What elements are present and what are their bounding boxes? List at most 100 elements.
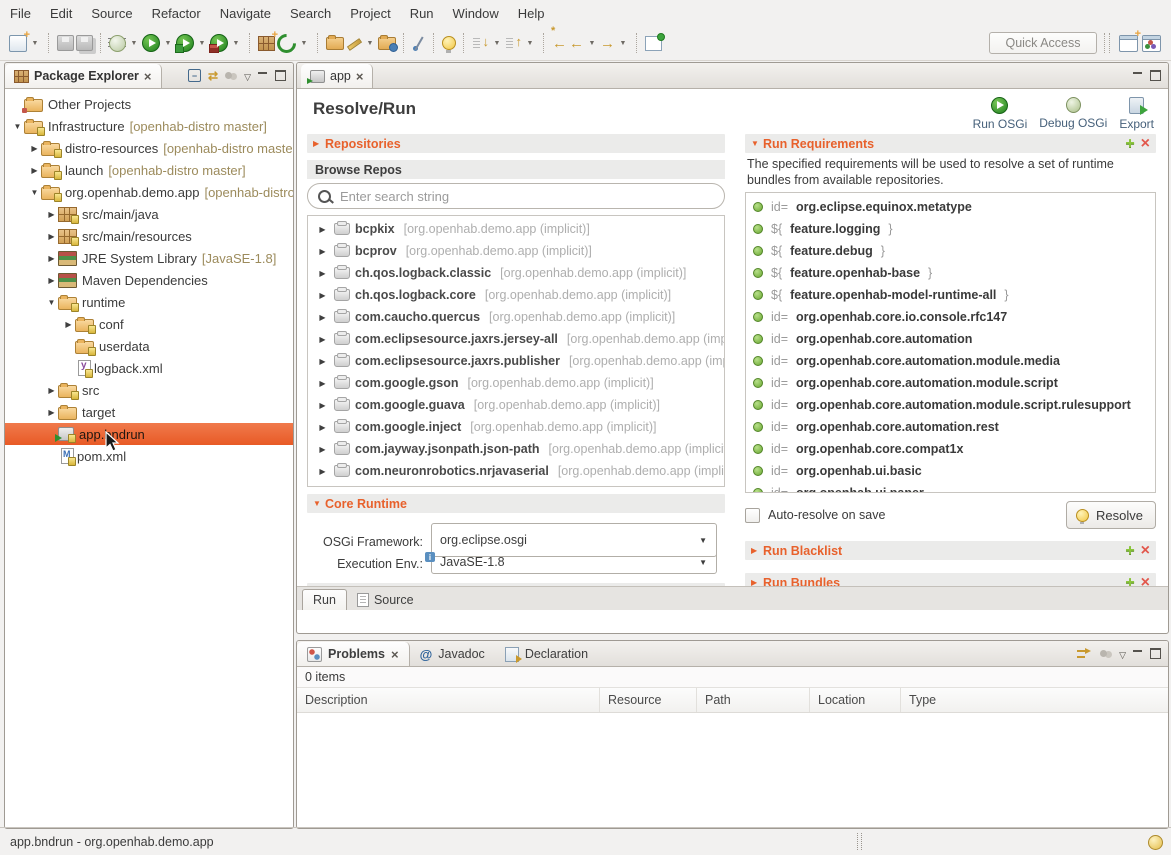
- menu-edit[interactable]: Edit: [50, 6, 72, 21]
- expander-icon[interactable]: [45, 276, 58, 285]
- run-dropdown-icon[interactable]: [162, 31, 174, 55]
- toolbar-separator[interactable]: [403, 33, 405, 53]
- column-location[interactable]: Location: [810, 688, 901, 712]
- close-icon[interactable]: [356, 69, 364, 84]
- auto-resolve-checkbox[interactable]: [745, 508, 760, 523]
- menu-refactor[interactable]: Refactor: [152, 6, 201, 21]
- repo-item[interactable]: com.google.guava [org.openhab.demo.app (…: [308, 394, 724, 416]
- expander-icon[interactable]: [316, 291, 329, 300]
- requirement-item[interactable]: ${feature.openhab-model-runtime-all}: [753, 284, 1155, 306]
- open-perspective-icon[interactable]: [1119, 35, 1138, 52]
- menu-project[interactable]: Project: [350, 6, 390, 21]
- requirement-item[interactable]: id=org.openhab.ui.paper: [753, 482, 1155, 493]
- expander-icon[interactable]: [316, 335, 329, 344]
- repo-item[interactable]: com.google.gson [org.openhab.demo.app (i…: [308, 372, 724, 394]
- status-lightbulb-icon[interactable]: [1148, 835, 1163, 850]
- group-by-icon[interactable]: [1100, 650, 1112, 658]
- tree-item-maven-dependencies[interactable]: Maven Dependencies: [5, 269, 293, 291]
- link-with-editor-icon[interactable]: [208, 67, 218, 85]
- pin-editor-icon[interactable]: [645, 36, 662, 51]
- toolbar-separator[interactable]: [463, 33, 465, 53]
- menu-run[interactable]: Run: [410, 6, 434, 21]
- expander-icon[interactable]: [316, 423, 329, 432]
- expander-icon[interactable]: [316, 225, 329, 234]
- status-grip[interactable]: [857, 833, 862, 850]
- repo-item[interactable]: com.jayway.jsonpath.json-path [org.openh…: [308, 438, 724, 460]
- repo-item[interactable]: ch.qos.logback.classic [org.openhab.demo…: [308, 262, 724, 284]
- tab-run[interactable]: Run: [302, 589, 347, 610]
- coverage-icon[interactable]: [176, 34, 194, 52]
- profile-dropdown-icon[interactable]: [230, 31, 242, 55]
- open-resource-icon[interactable]: [326, 37, 344, 50]
- section-repositories[interactable]: Repositories: [307, 134, 725, 153]
- tree-item-conf[interactable]: conf: [5, 313, 293, 335]
- minimize-icon[interactable]: [1133, 72, 1143, 80]
- column-type[interactable]: Type: [901, 688, 1168, 712]
- menu-navigate[interactable]: Navigate: [220, 6, 271, 21]
- requirement-item[interactable]: id=org.openhab.core.io.console.rfc147: [753, 306, 1155, 328]
- remove-blacklist-icon[interactable]: [1141, 542, 1150, 560]
- view-menu-icon[interactable]: [244, 67, 251, 85]
- expander-icon[interactable]: [45, 254, 58, 263]
- java-perspective-icon[interactable]: [1142, 35, 1161, 52]
- expander-icon[interactable]: [316, 357, 329, 366]
- expander-icon[interactable]: [28, 144, 41, 153]
- back-dropdown-icon[interactable]: [586, 31, 598, 55]
- requirement-item[interactable]: id=org.openhab.core.automation.rest: [753, 416, 1155, 438]
- maximize-icon[interactable]: [1150, 648, 1161, 659]
- search-input[interactable]: [338, 188, 714, 205]
- repo-item[interactable]: com.eclipsesource.jaxrs.publisher [org.o…: [308, 350, 724, 372]
- last-edit-location-icon[interactable]: [552, 31, 567, 55]
- tree-item-app-bndrun[interactable]: app.bndrun: [5, 423, 293, 445]
- expander-icon[interactable]: [316, 247, 329, 256]
- repo-item[interactable]: bcprov [org.openhab.demo.app (implicit)]: [308, 240, 724, 262]
- toolbar-separator[interactable]: [249, 33, 251, 53]
- expander-icon[interactable]: [45, 298, 58, 307]
- next-annotation-icon[interactable]: [472, 35, 489, 51]
- tab-package-explorer[interactable]: Package Explorer: [5, 64, 162, 88]
- tree-item-other-projects[interactable]: Other Projects: [5, 93, 293, 115]
- toolbar-separator[interactable]: [100, 33, 102, 53]
- section-run-requirements[interactable]: Run Requirements: [745, 134, 1156, 153]
- view-menu-icon[interactable]: [1119, 645, 1126, 663]
- search-pencil-icon[interactable]: [346, 35, 362, 51]
- previous-annotation-dropdown-icon[interactable]: [524, 31, 536, 55]
- previous-annotation-icon[interactable]: [505, 35, 522, 51]
- forward-icon[interactable]: [600, 31, 615, 55]
- menu-search[interactable]: Search: [290, 6, 331, 21]
- repo-item[interactable]: com.google.inject [org.openhab.demo.app …: [308, 416, 724, 438]
- requirement-item[interactable]: ${feature.debug}: [753, 240, 1155, 262]
- tab-source[interactable]: Source: [347, 590, 424, 610]
- tree-item-src-main-resources[interactable]: src/main/resources: [5, 225, 293, 247]
- new-wizard-icon[interactable]: [9, 35, 27, 52]
- add-blacklist-icon[interactable]: [1125, 542, 1134, 560]
- collapse-all-icon[interactable]: [188, 69, 201, 82]
- toolbar-separator[interactable]: [317, 33, 319, 53]
- tree-item-org-openhab-demo-app[interactable]: org.openhab.demo.app [openhab-distro mas…: [5, 181, 293, 203]
- requirement-item[interactable]: id=org.openhab.core.automation: [753, 328, 1155, 350]
- expander-icon[interactable]: [316, 467, 329, 476]
- coverage-dropdown-icon[interactable]: [196, 31, 208, 55]
- requirement-item[interactable]: id=org.openhab.ui.basic: [753, 460, 1155, 482]
- expander-icon[interactable]: [28, 166, 41, 175]
- run-osgi-button[interactable]: Run OSGi: [973, 97, 1028, 131]
- next-annotation-dropdown-icon[interactable]: [491, 31, 503, 55]
- tree-item-launch[interactable]: launch [openhab-distro master]: [5, 159, 293, 181]
- requirement-item[interactable]: id=org.eclipse.equinox.metatype: [753, 196, 1155, 218]
- filter-icon[interactable]: [1076, 647, 1093, 661]
- requirement-item[interactable]: ${feature.openhab-base}: [753, 262, 1155, 284]
- repo-item[interactable]: bcpkix [org.openhab.demo.app (implicit)]: [308, 218, 724, 240]
- tree-item-distro-resources[interactable]: distro-resources [openhab-distro master]: [5, 137, 293, 159]
- debug-icon[interactable]: [109, 35, 126, 52]
- maximize-icon[interactable]: [275, 70, 286, 81]
- toolbar-separator[interactable]: [543, 33, 545, 53]
- import-icon[interactable]: [378, 37, 396, 50]
- tree-item-target[interactable]: target: [5, 401, 293, 423]
- expander-icon[interactable]: [316, 269, 329, 278]
- toolbar-separator[interactable]: [636, 33, 638, 53]
- requirement-item[interactable]: ${feature.logging}: [753, 218, 1155, 240]
- resolve-button[interactable]: Resolve: [1066, 501, 1156, 529]
- tree-item-infrastructure[interactable]: Infrastructure [openhab-distro master]: [5, 115, 293, 137]
- debug-dropdown-icon[interactable]: [128, 31, 140, 55]
- close-icon[interactable]: [144, 69, 152, 84]
